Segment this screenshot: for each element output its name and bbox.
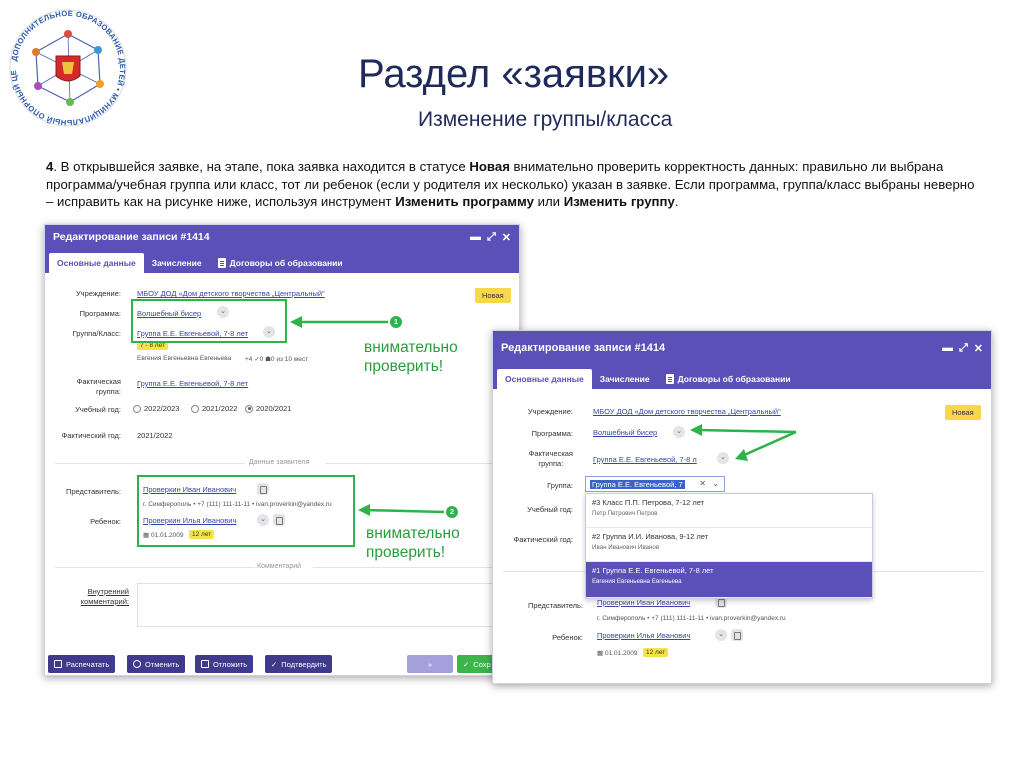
school-year-label: Учебный год: [75, 405, 121, 414]
minimize-icon[interactable]: ▬ [942, 342, 953, 354]
actual-group-link[interactable]: Группа Е.Е. Евгеньевой, 7-8 лет [137, 379, 248, 388]
status-badge: Новая [945, 405, 981, 420]
program-label: Программа: [79, 309, 121, 318]
dropdown-option[interactable]: #3 Класс П.П. Петрова, 7-12 лет Петр Пет… [586, 494, 872, 528]
printer-icon [54, 660, 62, 668]
tab-main-data[interactable]: Основные данные [49, 253, 144, 273]
forward-button[interactable]: » [407, 655, 453, 673]
status-badge: Новая [475, 288, 511, 303]
child-age-badge: 12 лет [643, 648, 669, 657]
document-icon [665, 374, 674, 384]
cancel-button[interactable]: Отменить [127, 655, 186, 673]
confirm-button[interactable]: ✓ Подтвердить [265, 655, 333, 673]
institution-label: Учреждение: [75, 289, 121, 298]
group-label: Группа/Класс: [72, 329, 121, 338]
group-label: Группа: [547, 481, 573, 490]
instructions-text: 4. В открывшейся заявке, на этапе, пока … [46, 159, 975, 209]
check-icon: ✓ [271, 659, 278, 669]
logo: ДОПОЛНИТЕЛЬНОЕ ОБРАЗОВАНИЕ ДЕТЕЙ • МУНИЦ… [6, 6, 127, 127]
representative-label: Представитель: [527, 601, 583, 610]
close-icon[interactable]: ✕ [502, 231, 511, 244]
tab-enrollment[interactable]: Зачисление [592, 369, 658, 389]
actual-group-dropdown-button[interactable]: ⌄ [717, 452, 729, 464]
actual-group-label: Фактическая группа: [528, 449, 573, 468]
window-header: Редактирование записи #1414 ▬ ⤢ ✕ [45, 225, 519, 249]
window-header: Редактирование записи #1414 ▬ ⤢ ✕ [493, 331, 991, 365]
clear-icon[interactable]: ✕ [699, 479, 706, 488]
slide-subtitle: Изменение группы/класса [418, 108, 673, 131]
institution-link[interactable]: МБОУ ДОД «Дом детского творчества „Центр… [137, 289, 325, 298]
postpone-icon [201, 660, 209, 668]
copy-icon[interactable] [731, 629, 743, 641]
window-title: Редактирование записи #1414 [53, 231, 210, 243]
child-birthdate: ▦ 01.01.2009 [597, 650, 638, 657]
chevron-down-icon[interactable]: ⌄ [712, 479, 719, 488]
teacher-name: Евгения Евгеньевна Евгеньева [137, 355, 232, 362]
program-label: Программа: [531, 429, 573, 438]
fast-forward-icon: » [427, 659, 433, 669]
annotation-number-2: 2 [446, 506, 458, 518]
slide-title: Раздел «заявки» [358, 52, 670, 96]
institution-label: Учреждение: [527, 407, 573, 416]
institution-link[interactable]: МБОУ ДОД «Дом детского творчества „Центр… [593, 407, 781, 416]
program-dropdown-button[interactable]: ⌄ [673, 426, 685, 438]
actual-group-link[interactable]: Группа Е.Е. Евгеньевой, 7-8 л [593, 455, 697, 464]
year-radio-2021-2022[interactable]: 2021/2022 [191, 404, 237, 413]
comment-section-title: Комментарий [257, 563, 302, 570]
annotation-text-2: внимательно проверить! [366, 525, 460, 561]
program-link[interactable]: Волшебный бисер [593, 428, 657, 437]
divider [55, 567, 255, 568]
year-radio-2022-2023[interactable]: 2022/2023 [133, 404, 179, 413]
child-dropdown-button[interactable]: ⌄ [715, 629, 727, 641]
highlight-box-program [131, 299, 287, 343]
child-label: Ребенок: [90, 517, 121, 526]
print-button[interactable]: Распечатать [48, 655, 116, 673]
internal-comment-input[interactable] [137, 583, 519, 627]
dropdown-option-selected[interactable]: #1 Группа Е.Е. Евгеньевой, 7-8 лет Евген… [586, 562, 872, 598]
seat-stats: +4 ✓0 ☗0 из 10 мест [245, 356, 309, 363]
applicant-section-title: Данные заявителя [249, 459, 310, 466]
representative-link[interactable]: Проверкин Иван Иванович [597, 598, 690, 607]
school-year-label: Учебный год: [527, 505, 573, 514]
tab-main-data[interactable]: Основные данные [497, 369, 592, 389]
year-radio-2020-2021[interactable]: 2020/2021 [245, 404, 291, 413]
child-label: Ребенок: [552, 633, 583, 642]
representative-label: Представитель: [65, 487, 121, 496]
minimize-icon[interactable]: ▬ [470, 231, 481, 243]
save-button[interactable]: ✓ Сохр [457, 655, 497, 673]
actual-group-label: Фактическая группа: [76, 377, 121, 396]
edit-record-window-main: Редактирование записи #1414 ▬ ⤢ ✕ Основн… [44, 224, 520, 676]
actual-year-label: Фактический год: [61, 431, 121, 440]
check-icon: ✓ [463, 659, 470, 669]
divider [55, 463, 245, 464]
close-icon[interactable]: ✕ [974, 342, 983, 355]
divider [313, 567, 513, 568]
group-dropdown-list: #3 Класс П.П. Петрова, 7-12 лет Петр Пет… [585, 493, 873, 599]
actual-year-value: 2021/2022 [137, 431, 173, 440]
tab-contracts[interactable]: Договоры об образовании [658, 369, 799, 389]
cancel-icon [133, 660, 141, 668]
dropdown-option[interactable]: #2 Группа И.И. Иванова, 9-12 лет Иван Ив… [586, 528, 872, 562]
tab-contracts[interactable]: Договоры об образовании [210, 253, 351, 273]
annotation-number-1: 1 [390, 316, 402, 328]
postpone-button[interactable]: Отложить [195, 655, 254, 673]
expand-icon[interactable]: ⤢ [959, 342, 968, 355]
edit-record-window-group: Редактирование записи #1414 ▬ ⤢ ✕ Основн… [492, 330, 992, 684]
tab-enrollment[interactable]: Зачисление [144, 253, 210, 273]
highlight-box-applicant [137, 475, 355, 547]
actual-year-label: Фактический год: [513, 535, 573, 544]
window-title: Редактирование записи #1414 [501, 342, 666, 354]
annotation-text-1: внимательно проверить! [364, 339, 458, 375]
expand-icon[interactable]: ⤢ [487, 231, 496, 244]
internal-comment-label: Внутренний комментарий: [80, 587, 129, 606]
child-link[interactable]: Проверкин Илья Иванович [597, 631, 690, 640]
group-select-value: Группа Е.Е. Евгеньевой, 7 [590, 480, 685, 489]
tab-bar: Основные данные Зачисление Договоры об о… [493, 365, 991, 389]
document-icon [217, 258, 226, 268]
tab-bar: Основные данные Зачисление Договоры об о… [45, 249, 519, 273]
representative-contacts: г. Симферополь • +7 (111) 111-11-11 • iv… [597, 615, 786, 622]
divider [325, 463, 515, 464]
group-select[interactable]: Группа Е.Е. Евгеньевой, 7 ✕ ⌄ [585, 476, 725, 492]
